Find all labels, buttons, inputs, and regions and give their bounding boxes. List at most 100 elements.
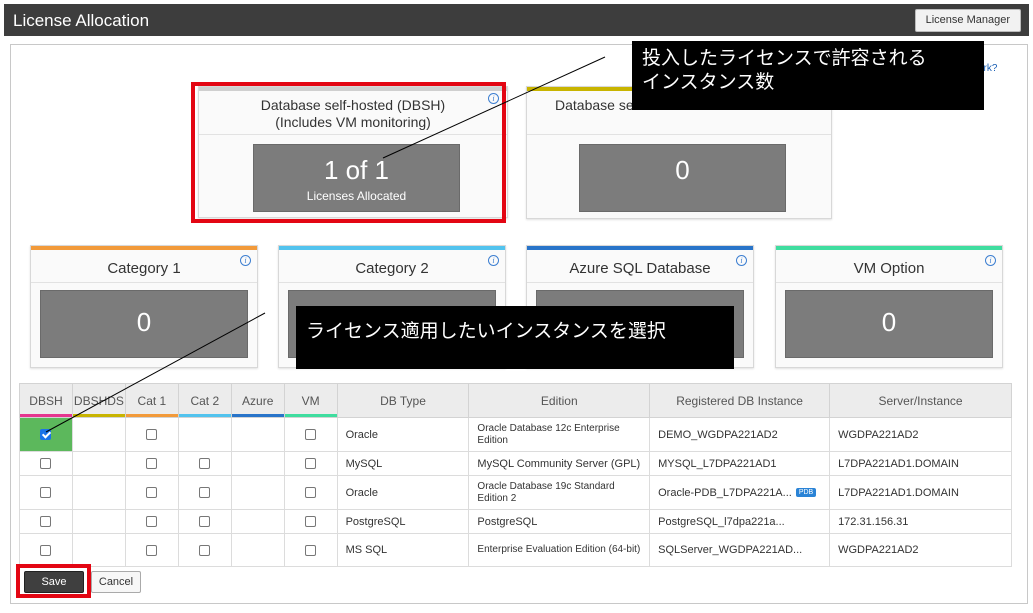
cell-cat1[interactable] [124, 509, 179, 534]
table-row[interactable]: Oracle Oracle Database 12c Enterprise Ed… [19, 417, 1012, 452]
col-header-server-instance[interactable]: Server/Instance [829, 383, 1012, 418]
cancel-button[interactable]: Cancel [91, 571, 141, 593]
col-header-cat2[interactable]: Cat 2 [177, 383, 232, 418]
card-title: Category 1 [107, 260, 181, 277]
checkbox-dbsh[interactable] [40, 429, 52, 441]
checkbox-cat1[interactable] [146, 544, 158, 556]
checkbox-cat1[interactable] [146, 487, 158, 499]
cell-cat2[interactable] [177, 509, 232, 534]
table-row[interactable]: PostgreSQL PostgreSQL PostgreSQL_l7dpa22… [19, 509, 1012, 534]
cell-dbsh[interactable] [19, 509, 73, 534]
callout-allowed-line2: インスタンス数 [642, 72, 775, 93]
cell-cat1[interactable] [124, 451, 179, 476]
card-title: Azure SQL Database [569, 260, 711, 277]
callout-select-text: ライセンス適用したいインスタンスを選択 [306, 321, 666, 342]
cell-dbtype: Oracle [336, 417, 470, 452]
cell-cat1[interactable] [124, 533, 179, 567]
cell-server: 172.31.156.31 [829, 509, 1012, 534]
cell-dbsh[interactable] [19, 475, 73, 510]
cell-vm[interactable] [283, 475, 338, 510]
col-header-edition[interactable]: Edition [468, 383, 651, 418]
cell-edition: Oracle Database 19c Standard Edition 2 [468, 475, 651, 510]
card-divider [527, 282, 753, 283]
card-accent-bar [776, 246, 1002, 250]
table-row[interactable]: MySQL MySQL Community Server (GPL) MYSQL… [19, 451, 1012, 476]
cell-vm[interactable] [283, 509, 338, 534]
cell-instance: MYSQL_L7DPA221AD1 [649, 451, 831, 476]
col-header-vm[interactable]: VM [283, 383, 338, 418]
table-row[interactable]: MS SQL Enterprise Evaluation Edition (64… [19, 533, 1012, 567]
cell-server: L7DPA221AD1.DOMAIN [829, 451, 1012, 476]
info-icon[interactable]: i [985, 255, 996, 266]
col-header-dbshds[interactable]: DBSHDS [71, 383, 126, 418]
card-divider [279, 282, 505, 283]
card-value-box: 0 [785, 290, 993, 358]
checkbox-cat2[interactable] [199, 487, 211, 499]
instance-table: DBSH DBSHDS Cat 1 Cat 2 Azure VM DB Type… [19, 383, 1012, 567]
callout-select-instance: ライセンス適用したいインスタンスを選択 [296, 306, 734, 369]
cell-dbtype: MySQL [336, 451, 470, 476]
info-icon[interactable]: i [736, 255, 747, 266]
checkbox-dbsh[interactable] [40, 516, 52, 528]
cell-dbtype: PostgreSQL [336, 509, 470, 534]
cell-azure [230, 451, 285, 476]
cell-vm[interactable] [283, 451, 338, 476]
cell-cat2[interactable] [177, 475, 232, 510]
checkbox-vm[interactable] [305, 544, 317, 556]
card-divider [527, 134, 831, 135]
cell-vm[interactable] [283, 417, 338, 452]
col-header-dbsh[interactable]: DBSH [19, 383, 73, 418]
cell-edition: MySQL Community Server (GPL) [468, 451, 651, 476]
checkbox-dbsh[interactable] [40, 544, 52, 556]
title-bar: License Allocation License Manager [4, 4, 1029, 36]
info-icon[interactable]: i [240, 255, 251, 266]
checkbox-cat1[interactable] [146, 516, 158, 528]
license-manager-button[interactable]: License Manager [914, 9, 1021, 32]
cell-dbsh[interactable] [19, 533, 73, 567]
cell-server: WGDPA221AD2 [829, 533, 1012, 567]
cell-server: WGDPA221AD2 [829, 417, 1012, 452]
col-header-dbtype[interactable]: DB Type [336, 383, 470, 418]
cell-server: L7DPA221AD1.DOMAIN [829, 475, 1012, 510]
checkbox-dbsh[interactable] [40, 487, 52, 499]
checkbox-cat2[interactable] [199, 458, 211, 470]
cell-instance: SQLServer_WGDPA221AD... [649, 533, 831, 567]
category-card-vm: VM Option i 0 [775, 245, 1003, 368]
cell-dbsh-selected[interactable] [19, 417, 73, 452]
card-title: VM Option [853, 260, 925, 277]
checkbox-cat2[interactable] [199, 544, 211, 556]
checkbox-vm[interactable] [305, 487, 317, 499]
cell-instance: PostgreSQL_l7dpa221a... [649, 509, 831, 534]
cell-dbsh[interactable] [19, 451, 73, 476]
cell-dbtype: MS SQL [336, 533, 470, 567]
checkbox-vm[interactable] [305, 458, 317, 470]
cell-vm[interactable] [283, 533, 338, 567]
checkbox-cat1[interactable] [146, 458, 158, 470]
card-value: 0 [136, 307, 152, 337]
cell-cat2[interactable] [177, 533, 232, 567]
checkbox-dbsh[interactable] [40, 458, 52, 470]
col-header-cat1[interactable]: Cat 1 [124, 383, 179, 418]
cell-dbshds [71, 533, 126, 567]
card-accent-bar [279, 246, 505, 250]
checkbox-cat1[interactable] [146, 429, 158, 441]
col-header-azure[interactable]: Azure [230, 383, 285, 418]
cell-cat1[interactable] [124, 475, 179, 510]
info-icon[interactable]: i [488, 255, 499, 266]
card-value: 0 [675, 155, 690, 185]
cell-dbtype: Oracle [336, 475, 470, 510]
card-divider [31, 282, 257, 283]
checkbox-vm[interactable] [305, 516, 317, 528]
cell-edition: Oracle Database 12c Enterprise Edition [468, 417, 651, 452]
cell-instance-with-badge: Oracle-PDB_L7DPA221A... PDB [649, 475, 831, 510]
card-accent-bar [527, 246, 753, 250]
table-row[interactable]: Oracle Oracle Database 19c Standard Edit… [19, 475, 1012, 510]
cell-dbshds [71, 451, 126, 476]
checkbox-cat2[interactable] [199, 516, 211, 528]
cell-cat1[interactable] [124, 417, 179, 452]
col-header-registered-instance[interactable]: Registered DB Instance [649, 383, 831, 418]
cell-cat2[interactable] [177, 451, 232, 476]
checkbox-vm[interactable] [305, 429, 317, 441]
cell-dbshds [71, 509, 126, 534]
card-value: 0 [881, 307, 897, 337]
